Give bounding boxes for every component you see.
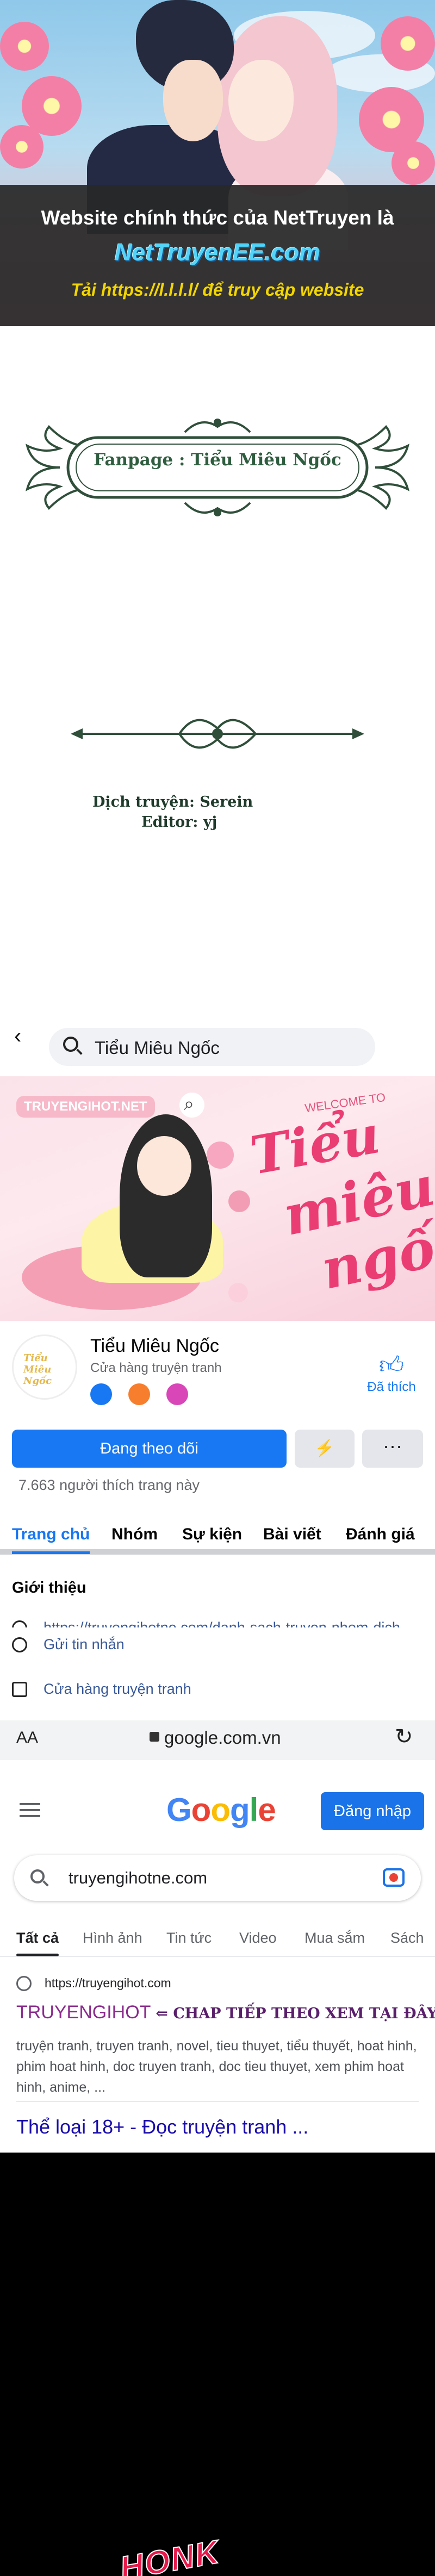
tab-images[interactable]: Hình ảnh	[83, 1930, 142, 1947]
hamburger-menu-icon[interactable]	[20, 1803, 40, 1817]
reload-icon[interactable]: ↻	[395, 1724, 413, 1749]
search-query: truyengihotne.com	[69, 1868, 208, 1887]
messenger-icon: ⚡	[314, 1439, 335, 1457]
thumbs-up-icon: 👍︎	[379, 1352, 404, 1379]
cover-watermark: TRUYENGIHOT.NET	[16, 1096, 155, 1118]
result-url[interactable]: https://truyengihot.com	[45, 1976, 171, 1991]
banner-download-text: Tải https://l.l.l.l/ để truy cập website	[71, 280, 364, 300]
character-face-male	[163, 60, 223, 141]
instagram-badge-icon	[166, 1383, 188, 1405]
result-title-brand: TRUYENGIHOT	[16, 2002, 151, 2023]
google-search-screenshot: AA google.com.vn ↻ Google Đăng nhập truy…	[0, 1720, 435, 2153]
cover-girl-face	[137, 1136, 191, 1196]
flower	[0, 22, 49, 71]
tab-posts[interactable]: Bài viết	[263, 1525, 321, 1544]
result-title[interactable]: TRUYENGIHOT ⇐ CHAP TIẾP THEO XEM TẠI ĐÂY…	[16, 2002, 435, 2023]
intro-heading: Giới thiệu	[12, 1579, 86, 1596]
tab-video[interactable]: Video	[239, 1930, 277, 1947]
balloon	[228, 1283, 248, 1302]
banner-site-link[interactable]: NetTruyenEE.com	[0, 239, 435, 266]
result-title-ad: ⇐ CHAP TIẾP THEO XEM TẠI ĐÂY NHA	[156, 2005, 435, 2022]
result-sublink[interactable]: Thể loại 18+ - Đọc truyện tranh ...	[16, 2116, 308, 2138]
likes-count: 7.663 người thích trang này	[18, 1477, 200, 1493]
balloon	[228, 1190, 250, 1212]
fanpage-label: Fanpage : Tiểu Miêu Ngốc	[94, 450, 341, 470]
globe-icon	[16, 1976, 32, 1991]
google-tab-bar: Tất cả Hình ảnh Tin tức Video Mua sắm Sá…	[0, 1924, 435, 1957]
zoom-icon[interactable]	[179, 1093, 204, 1118]
tab-groups[interactable]: Nhóm	[111, 1525, 158, 1544]
lens-camera-icon[interactable]	[383, 1868, 405, 1887]
sound-effect-text: HONK	[117, 2533, 223, 2576]
page-name[interactable]: Tiểu Miêu Ngốc	[90, 1336, 219, 1357]
banner-headline: Website chính thức của NetTruyen là	[41, 207, 394, 229]
facebook-page-screenshot: ‹ Tiểu Miêu Ngốc TRUYENGIHOT.NET WELCOME…	[0, 1008, 435, 1652]
avatar-logo-text: Tiểu Miêu Ngốc	[23, 1352, 52, 1387]
cover-photo[interactable]: TRUYENGIHOT.NET WELCOME TO Tiểu miêu ngố…	[0, 1076, 435, 1321]
fb-intro-continued: Gửi tin nhắn Cửa hàng truyện tranh	[0, 1627, 435, 1720]
intro-message-link[interactable]: Gửi tin nhắn	[44, 1635, 424, 1654]
messenger-badge-icon	[90, 1383, 112, 1405]
intro-shop-text: Cửa hàng truyện tranh	[44, 1681, 191, 1697]
following-label: Đang theo dõi	[100, 1440, 198, 1457]
messenger-icon	[12, 1637, 27, 1652]
tab-all[interactable]: Tất cả	[16, 1930, 59, 1956]
google-search-input[interactable]: truyengihotne.com	[14, 1855, 421, 1901]
fb-search-value: Tiểu Miêu Ngốc	[95, 1038, 220, 1058]
search-icon	[30, 1869, 45, 1883]
logo-letter: g	[229, 1792, 250, 1828]
fb-search-input[interactable]: Tiểu Miêu Ngốc	[49, 1028, 375, 1066]
google-logo[interactable]: Google	[166, 1791, 276, 1829]
text-size-button[interactable]: AA	[16, 1729, 38, 1747]
logo-letter: o	[210, 1792, 231, 1828]
more-dots-icon: ···	[383, 1434, 402, 1457]
flower	[0, 125, 44, 169]
back-arrow-icon[interactable]: ‹	[14, 1025, 21, 1047]
fb-topbar: ‹ Tiểu Miêu Ngốc	[0, 1008, 435, 1066]
following-button[interactable]: Đang theo dõi	[12, 1430, 287, 1468]
flower	[381, 16, 435, 71]
tab-news[interactable]: Tin tức	[166, 1930, 212, 1947]
search-icon	[63, 1037, 78, 1052]
sign-in-label: Đăng nhập	[334, 1802, 411, 1820]
like-label: Đã thích	[367, 1380, 416, 1394]
sign-in-button[interactable]: Đăng nhập	[321, 1792, 424, 1830]
credits-section: Fanpage : Tiểu Miêu Ngốc Dịch truyện: Se…	[0, 326, 435, 989]
browser-url-bar[interactable]: AA google.com.vn ↻	[0, 1720, 435, 1760]
divider	[16, 2101, 419, 2102]
logo-letter: l	[249, 1792, 259, 1828]
url-text[interactable]: google.com.vn	[164, 1727, 281, 1748]
character-face-female	[228, 60, 294, 141]
logo-letter: e	[258, 1792, 276, 1828]
flower	[391, 141, 435, 185]
shop-icon	[12, 1682, 27, 1697]
messenger-button[interactable]: ⚡	[295, 1430, 355, 1468]
lock-icon	[150, 1732, 159, 1742]
black-panel: HONK	[0, 2153, 435, 2576]
like-button[interactable]: 👍︎ Đã thích	[359, 1351, 424, 1395]
balloon	[207, 1142, 234, 1169]
translator-credit: Dịch truyện: Serein	[92, 794, 253, 810]
page-category: Cửa hàng truyện tranh	[90, 1361, 222, 1375]
tab-books[interactable]: Sách	[390, 1930, 424, 1947]
result-snippet: truyện tranh, truyen tranh, novel, tieu …	[16, 2038, 417, 2095]
tab-reviews[interactable]: Đánh giá	[346, 1525, 415, 1544]
fb-tab-bar: Trang chủ Nhóm Sự kiện Bài viết Đánh giá	[0, 1517, 435, 1555]
more-options-button[interactable]: ···	[362, 1430, 423, 1468]
promo-banner: Website chính thức của NetTruyen là NetT…	[0, 0, 435, 326]
shop-badge-icon	[128, 1383, 150, 1405]
logo-letter: o	[191, 1792, 212, 1828]
divider-ornament	[71, 719, 364, 749]
editor-credit: Editor: yj	[141, 814, 217, 831]
logo-letter: G	[166, 1792, 192, 1828]
page-avatar[interactable]: Tiểu Miêu Ngốc	[12, 1334, 77, 1400]
tab-shopping[interactable]: Mua sắm	[304, 1930, 365, 1947]
tab-home[interactable]: Trang chủ	[12, 1525, 90, 1554]
tab-events[interactable]: Sự kiện	[182, 1525, 242, 1544]
